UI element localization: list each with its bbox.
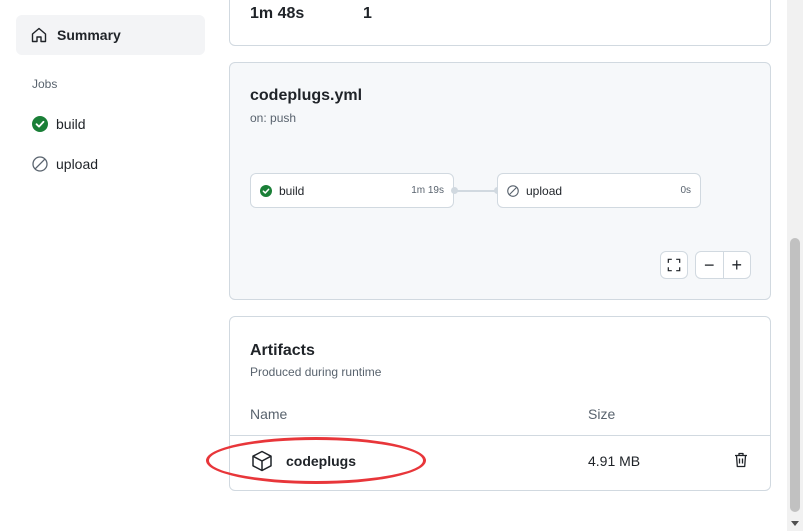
sidebar-item-label: upload <box>56 156 99 172</box>
job-connector <box>454 190 498 192</box>
zoom-out-button[interactable]: − <box>696 252 723 278</box>
artifacts-count: 1 <box>363 5 372 22</box>
package-icon <box>250 449 274 473</box>
column-header-size: Size <box>588 406 616 422</box>
trash-icon <box>735 452 747 468</box>
workflow-trigger: on: push <box>250 111 297 125</box>
graph-job-time: 0s <box>680 185 691 196</box>
total-duration: 1m 48s <box>250 5 305 22</box>
connector-dot <box>451 187 458 194</box>
scrollbar[interactable] <box>787 0 803 531</box>
scroll-down-arrow-icon[interactable] <box>791 521 799 526</box>
jobs-heading: Jobs <box>32 77 58 91</box>
scrollbar-thumb[interactable] <box>790 238 800 512</box>
graph-job-build[interactable]: build 1m 19s <box>250 173 454 208</box>
graph-job-upload[interactable]: upload 0s <box>497 173 701 208</box>
run-stats-card: 1m 48s 1 <box>229 0 771 46</box>
artifacts-subtitle: Produced during runtime <box>250 365 382 379</box>
graph-job-time: 1m 19s <box>411 185 444 196</box>
delete-artifact-button[interactable] <box>734 452 750 470</box>
artifact-name-link[interactable]: codeplugs <box>286 453 356 469</box>
sidebar-item-summary[interactable]: Summary <box>16 15 205 55</box>
sidebar-item-summary-label: Summary <box>57 27 121 43</box>
artifacts-card: Artifacts Produced during runtime Name S… <box>229 316 771 491</box>
skip-icon <box>507 184 519 197</box>
workflow-graph-card: codeplugs.yml on: push build 1m 19s uplo… <box>229 62 771 300</box>
fullscreen-icon <box>667 258 681 272</box>
artifact-size: 4.91 MB <box>588 453 641 469</box>
check-circle-icon <box>260 184 272 197</box>
check-circle-icon <box>32 116 48 132</box>
workflow-title[interactable]: codeplugs.yml <box>250 87 362 105</box>
sidebar-item-build[interactable]: build <box>32 112 86 136</box>
sidebar-item-label: build <box>56 116 86 132</box>
artifacts-title: Artifacts <box>250 342 315 359</box>
column-header-name: Name <box>250 406 288 422</box>
sidebar-item-upload[interactable]: upload <box>32 152 98 176</box>
fullscreen-button[interactable] <box>660 251 688 279</box>
zoom-controls: − + <box>695 251 751 279</box>
graph-job-label: upload <box>526 183 563 198</box>
table-row: codeplugs 4.91 MB <box>230 436 770 489</box>
graph-job-label: build <box>279 183 305 198</box>
home-icon <box>31 26 49 44</box>
skip-icon <box>32 156 48 172</box>
sidebar: Summary Jobs build upload <box>0 0 215 531</box>
zoom-in-button[interactable]: + <box>722 252 751 278</box>
